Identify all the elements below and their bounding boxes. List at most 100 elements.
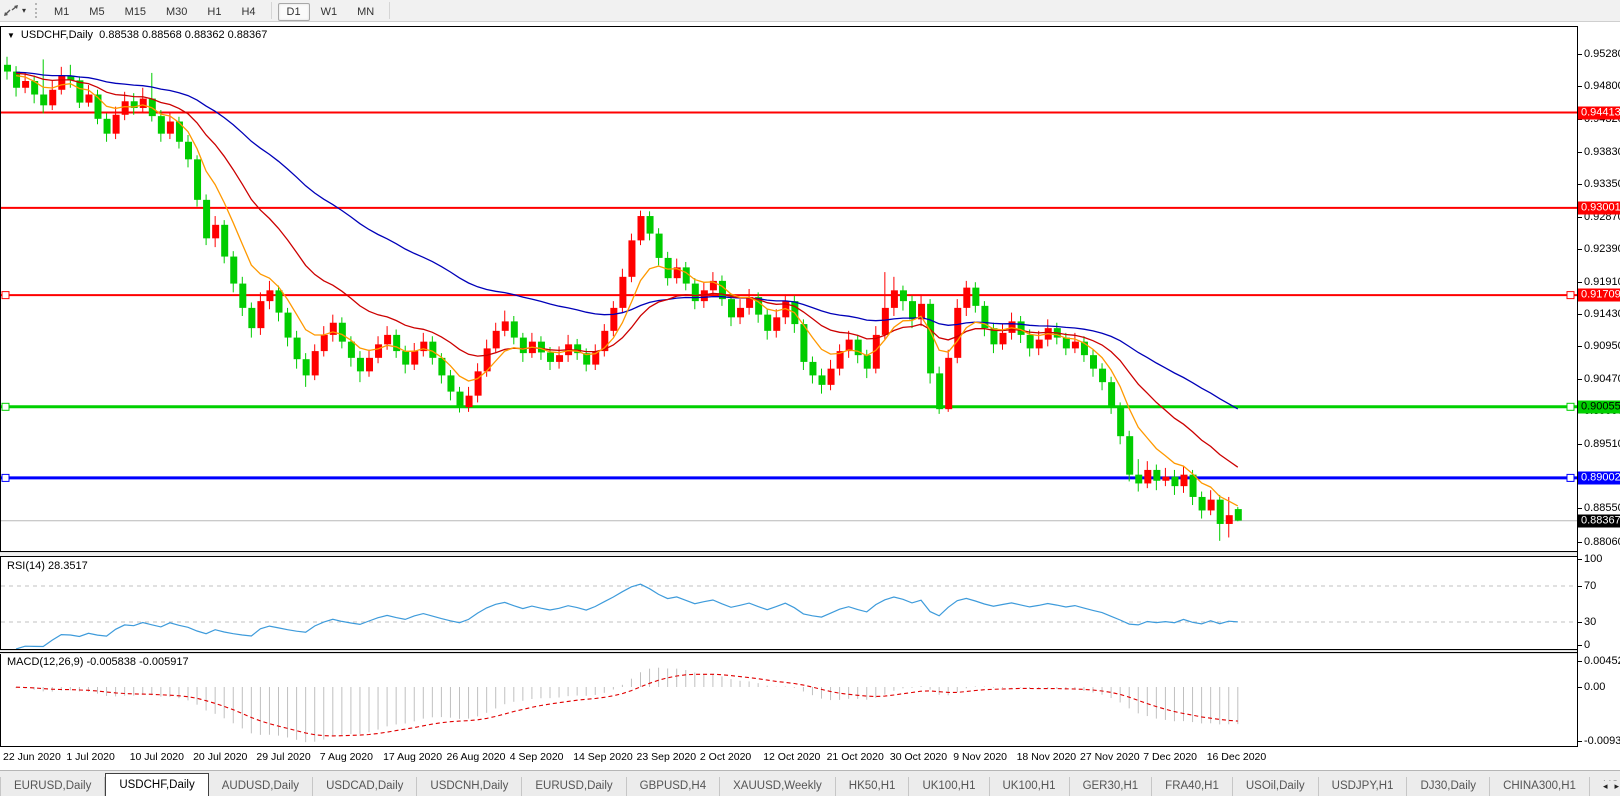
timeframe-button-d1[interactable]: D1 bbox=[278, 3, 310, 21]
timeframe-button-m30[interactable]: M30 bbox=[157, 3, 196, 21]
candle-body bbox=[402, 351, 409, 365]
macd-axis-tick: 0.00 bbox=[1584, 681, 1605, 693]
timeframe-button-w1[interactable]: W1 bbox=[312, 3, 347, 21]
candle-body bbox=[49, 90, 56, 106]
candle-body bbox=[511, 321, 518, 337]
toolbar-grip[interactable] bbox=[35, 3, 37, 18]
candle-body bbox=[656, 234, 663, 258]
date-label: 4 Sep 2020 bbox=[510, 751, 564, 763]
date-label: 23 Sep 2020 bbox=[637, 751, 697, 763]
macd-axis-tick: 0.004527 bbox=[1584, 655, 1620, 667]
collapse-triangle-icon[interactable]: ▼ bbox=[7, 31, 15, 40]
timeframe-button-m15[interactable]: M15 bbox=[116, 3, 155, 21]
candle-body bbox=[828, 369, 835, 385]
candle-body bbox=[122, 101, 129, 115]
timeframe-button-mn[interactable]: MN bbox=[348, 3, 383, 21]
level-price-badge: 0.91709 bbox=[1578, 289, 1620, 302]
candle-body bbox=[447, 375, 454, 391]
candle-body bbox=[909, 301, 916, 319]
timeframe-button-h1[interactable]: H1 bbox=[198, 3, 230, 21]
price-axis-tick: 0.88550 bbox=[1584, 502, 1620, 514]
price-axis-border[interactable] bbox=[1577, 26, 1578, 747]
date-label: 26 Aug 2020 bbox=[447, 751, 506, 763]
candle-body bbox=[1144, 470, 1151, 484]
candle-body bbox=[76, 80, 83, 102]
tabs-scroll-right-icon[interactable]: ▸ bbox=[1614, 781, 1619, 792]
macd-histogram bbox=[7, 668, 1238, 742]
trading-app-window: ▾ M1M5M15M30H1H4 D1W1MN ▼ USDCHF,Daily 0.8… bbox=[0, 0, 1620, 796]
candle-body bbox=[384, 335, 391, 344]
candle-body bbox=[1108, 382, 1115, 407]
tab-usdcnh-daily[interactable]: USDCNH,Daily bbox=[417, 777, 522, 796]
candle-body bbox=[140, 99, 147, 108]
macd-axis-tick: -0.009348 bbox=[1584, 735, 1620, 747]
candle-body bbox=[945, 358, 952, 409]
tab-fra40-h1[interactable]: FRA40,H1 bbox=[1152, 777, 1233, 796]
candle-body bbox=[1162, 477, 1169, 481]
candle-body bbox=[22, 81, 29, 88]
candle-body bbox=[610, 308, 617, 331]
tab-usdchf-daily[interactable]: USDCHF,Daily bbox=[105, 773, 208, 796]
level-price-badge: 0.93001 bbox=[1578, 201, 1620, 214]
date-label: 20 Jul 2020 bbox=[193, 751, 247, 763]
tab-china300-h1[interactable]: CHINA300,H1 bbox=[1490, 777, 1590, 796]
rsi-chart-canvas[interactable] bbox=[1, 557, 1577, 649]
tab-hk50-h1[interactable]: HK50,H1 bbox=[836, 777, 910, 796]
tab-gbpusd-h4[interactable]: GBPUSD,H4 bbox=[627, 777, 720, 796]
timeframe-button-h4[interactable]: H4 bbox=[232, 3, 264, 21]
date-label: 22 Jun 2020 bbox=[3, 751, 61, 763]
candle-body bbox=[927, 304, 934, 374]
candle-body bbox=[285, 313, 292, 338]
tab-dj30-daily[interactable]: DJ30,Daily bbox=[1407, 777, 1490, 796]
candle-body bbox=[728, 299, 735, 317]
macd-chart-canvas[interactable] bbox=[1, 653, 1577, 746]
tab-eurusd-daily[interactable]: EURUSD,Daily bbox=[0, 777, 105, 796]
candle-body bbox=[1208, 500, 1215, 511]
macd-indicator-label: MACD(12,26,9) -0.005838 -0.005917 bbox=[7, 656, 189, 668]
macd-signal-line bbox=[16, 674, 1238, 736]
date-label: 14 Sep 2020 bbox=[573, 751, 633, 763]
level-handle[interactable] bbox=[2, 292, 9, 299]
level-handle[interactable] bbox=[2, 474, 9, 481]
level-handle[interactable] bbox=[1567, 474, 1574, 481]
candle-body bbox=[185, 142, 192, 160]
tab-usdcad-daily[interactable]: USDCAD,Daily bbox=[313, 777, 417, 796]
tabs-scroll-left-icon[interactable]: ◂ bbox=[1603, 781, 1608, 792]
timeframe-button-m1[interactable]: M1 bbox=[45, 3, 78, 21]
level-handle[interactable] bbox=[1567, 403, 1574, 410]
candle-body bbox=[1126, 436, 1133, 474]
level-price-badge: 0.90055 bbox=[1578, 400, 1620, 413]
price-axis-tick: 0.91430 bbox=[1584, 308, 1620, 320]
chevron-down-icon[interactable]: ▾ bbox=[22, 6, 26, 15]
tab-ger30-h1[interactable]: GER30,H1 bbox=[1070, 777, 1153, 796]
tab-audusd-daily[interactable]: AUDUSD,Daily bbox=[209, 777, 313, 796]
candle-body bbox=[40, 95, 47, 106]
price-axis-tick: 0.90470 bbox=[1584, 373, 1620, 385]
level-handle[interactable] bbox=[1567, 292, 1574, 299]
candle-body bbox=[113, 115, 120, 134]
cursor-arrows-icon[interactable] bbox=[3, 4, 19, 17]
candle-body bbox=[628, 240, 635, 276]
price-axis-tick: 0.90950 bbox=[1584, 340, 1620, 352]
date-label: 16 Dec 2020 bbox=[1207, 751, 1267, 763]
tab-xauusd-weekly[interactable]: XAUUSD,Weekly bbox=[720, 777, 836, 796]
candle-body bbox=[954, 308, 961, 358]
candle-body bbox=[520, 338, 527, 354]
chart-ohlc-values: 0.88538 0.88568 0.88362 0.88367 bbox=[99, 29, 267, 41]
date-label: 17 Aug 2020 bbox=[383, 751, 442, 763]
candle-body bbox=[1235, 509, 1242, 520]
tab-eurusd-daily[interactable]: EURUSD,Daily bbox=[522, 777, 626, 796]
timeframe-buttons: M1M5M15M30H1H4 D1W1MN bbox=[44, 2, 395, 20]
candle-body bbox=[85, 95, 92, 103]
date-label: 2 Oct 2020 bbox=[700, 751, 751, 763]
tab-uk100-h1[interactable]: UK100,H1 bbox=[909, 777, 989, 796]
tab-usdjpy-h1[interactable]: USDJPY,H1 bbox=[1319, 777, 1408, 796]
candle-body bbox=[1135, 475, 1142, 484]
tab-uk100-h1[interactable]: UK100,H1 bbox=[990, 777, 1070, 796]
timeframe-button-m5[interactable]: M5 bbox=[80, 3, 113, 21]
last-price-badge: 0.88367 bbox=[1578, 514, 1620, 527]
price-chart-canvas[interactable] bbox=[1, 27, 1577, 551]
chart-tab-bar: EURUSD,DailyUSDCHF,DailyAUDUSD,DailyUSDC… bbox=[0, 770, 1620, 796]
tab-usoil-daily[interactable]: USOil,Daily bbox=[1233, 777, 1319, 796]
level-handle[interactable] bbox=[2, 403, 9, 410]
